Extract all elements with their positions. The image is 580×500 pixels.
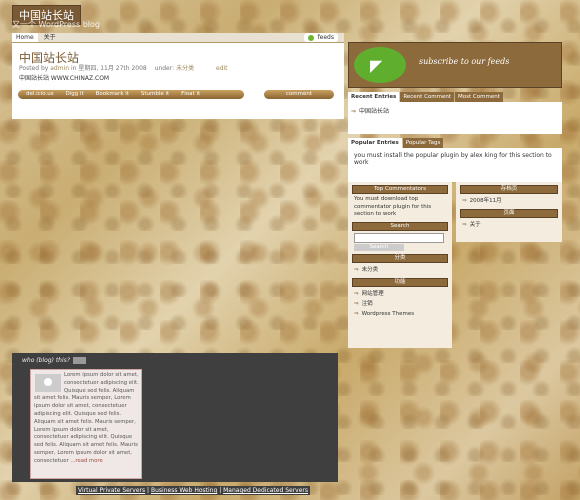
action-digg[interactable]: Digg it (66, 90, 84, 99)
nav-tab-about[interactable]: 关于 (40, 33, 60, 42)
avatar-face (44, 378, 52, 386)
meta-date: 星期四, 11月 27th 2008 (78, 65, 147, 72)
about-box: Lorem ipsum dolor sit amet, consectetuer… (30, 369, 142, 479)
widget-title-archives: 存档页 (460, 185, 558, 194)
post-actions-bar: del.icio.us Digg it Bookmark it Stumble … (18, 90, 244, 99)
search-button[interactable]: Search (354, 243, 404, 251)
comment-button[interactable]: comment (264, 90, 334, 99)
meta-under: under: (154, 65, 175, 72)
about-section: who (blog) this? Lorem ipsum dolor sit a… (12, 353, 338, 482)
subscribe-banner[interactable]: ◤ subscribe to our feeds (348, 42, 562, 88)
meta-item-admin[interactable]: 网站管理 (354, 289, 446, 299)
archive-item[interactable]: 2008年11月 (462, 196, 556, 206)
meta-category[interactable]: 未分类 (176, 65, 194, 72)
feeds-link[interactable]: feeds (303, 33, 338, 42)
meta-item-themes[interactable]: Wordpress Themes (354, 309, 446, 319)
meta-author[interactable]: admin (50, 65, 69, 72)
action-delicious[interactable]: del.icio.us (26, 90, 54, 99)
page-item[interactable]: 关于 (462, 220, 556, 230)
widget-title-meta: 功能 (352, 277, 448, 287)
recent-tabbox: Recent Entries Recent Comment Most Comment… (348, 92, 562, 134)
popular-text: you must install the popular plugin by a… (348, 148, 562, 182)
post-meta: Posted by admin in 星期四, 11月 27th 2008 un… (19, 63, 228, 72)
top-commentators-text: You must download top commentator plugin… (354, 196, 432, 217)
meta-item-logout[interactable]: 注销 (354, 299, 446, 309)
post-body: 中国站长站 WWW.CHINAZ.COM (19, 75, 110, 82)
search-input[interactable] (354, 232, 444, 243)
widget-title-categories: 分类 (352, 253, 448, 263)
footer-link-dedicated[interactable]: Managed Dedicated Servers (223, 487, 308, 494)
avatar-icon (35, 374, 61, 392)
action-stumble[interactable]: Stumble it (141, 90, 169, 99)
meta-in: in (70, 65, 77, 72)
widget-title-top-commentators: Top Commentators (352, 185, 448, 194)
widget-column-left: Top Commentators You must download top c… (348, 182, 452, 348)
post: 中国站长站 Posted by admin in 星期四, 11月 27th 2… (12, 43, 344, 119)
widget-column-right: 存档页 2008年11月 页面 关于 (456, 182, 562, 242)
tab-most-comment[interactable]: Most Comment (455, 92, 503, 102)
rss-icon: ◤ (354, 47, 406, 83)
action-float[interactable]: Float it (181, 90, 200, 99)
tab-recent-entries[interactable]: Recent Entries (348, 92, 400, 102)
recent-entry-item[interactable]: 中国站长站 (351, 106, 559, 115)
widget-title-search: Search (352, 221, 448, 231)
popular-tabbox: Popular Entries Popular Tags you must ins… (348, 138, 562, 182)
category-item[interactable]: 未分类 (354, 265, 446, 275)
footer-link-vps[interactable]: Virtual Private Servers (78, 487, 145, 494)
image-icon (72, 357, 86, 364)
action-bookmark[interactable]: Bookmark it (96, 90, 129, 99)
subscribe-text: subscribe to our feeds (419, 57, 510, 66)
feeds-label: feeds (317, 34, 334, 41)
tab-popular-entries[interactable]: Popular Entries (348, 138, 402, 148)
about-title-text: who (blog) this? (22, 357, 70, 364)
tab-popular-tags[interactable]: Popular Tags (402, 138, 444, 148)
rss-icon (307, 34, 314, 41)
footer-link-hosting[interactable]: Business Web Hosting (151, 487, 217, 494)
edit-link[interactable]: edit (216, 65, 228, 72)
nav-tab-home[interactable]: Home (12, 33, 38, 42)
site-description: 又一个 WordPress blog (12, 20, 100, 29)
tab-recent-comment[interactable]: Recent Comment (400, 92, 455, 102)
footer: Virtual Private Servers | Business Web H… (76, 486, 310, 495)
read-more-link[interactable]: ...read more (70, 458, 102, 464)
nav-bar: Home 关于 feeds (12, 33, 344, 43)
about-title: who (blog) this? (22, 357, 86, 364)
meta-posted-by: Posted by (19, 65, 49, 72)
widget-title-pages: 页面 (460, 209, 558, 218)
